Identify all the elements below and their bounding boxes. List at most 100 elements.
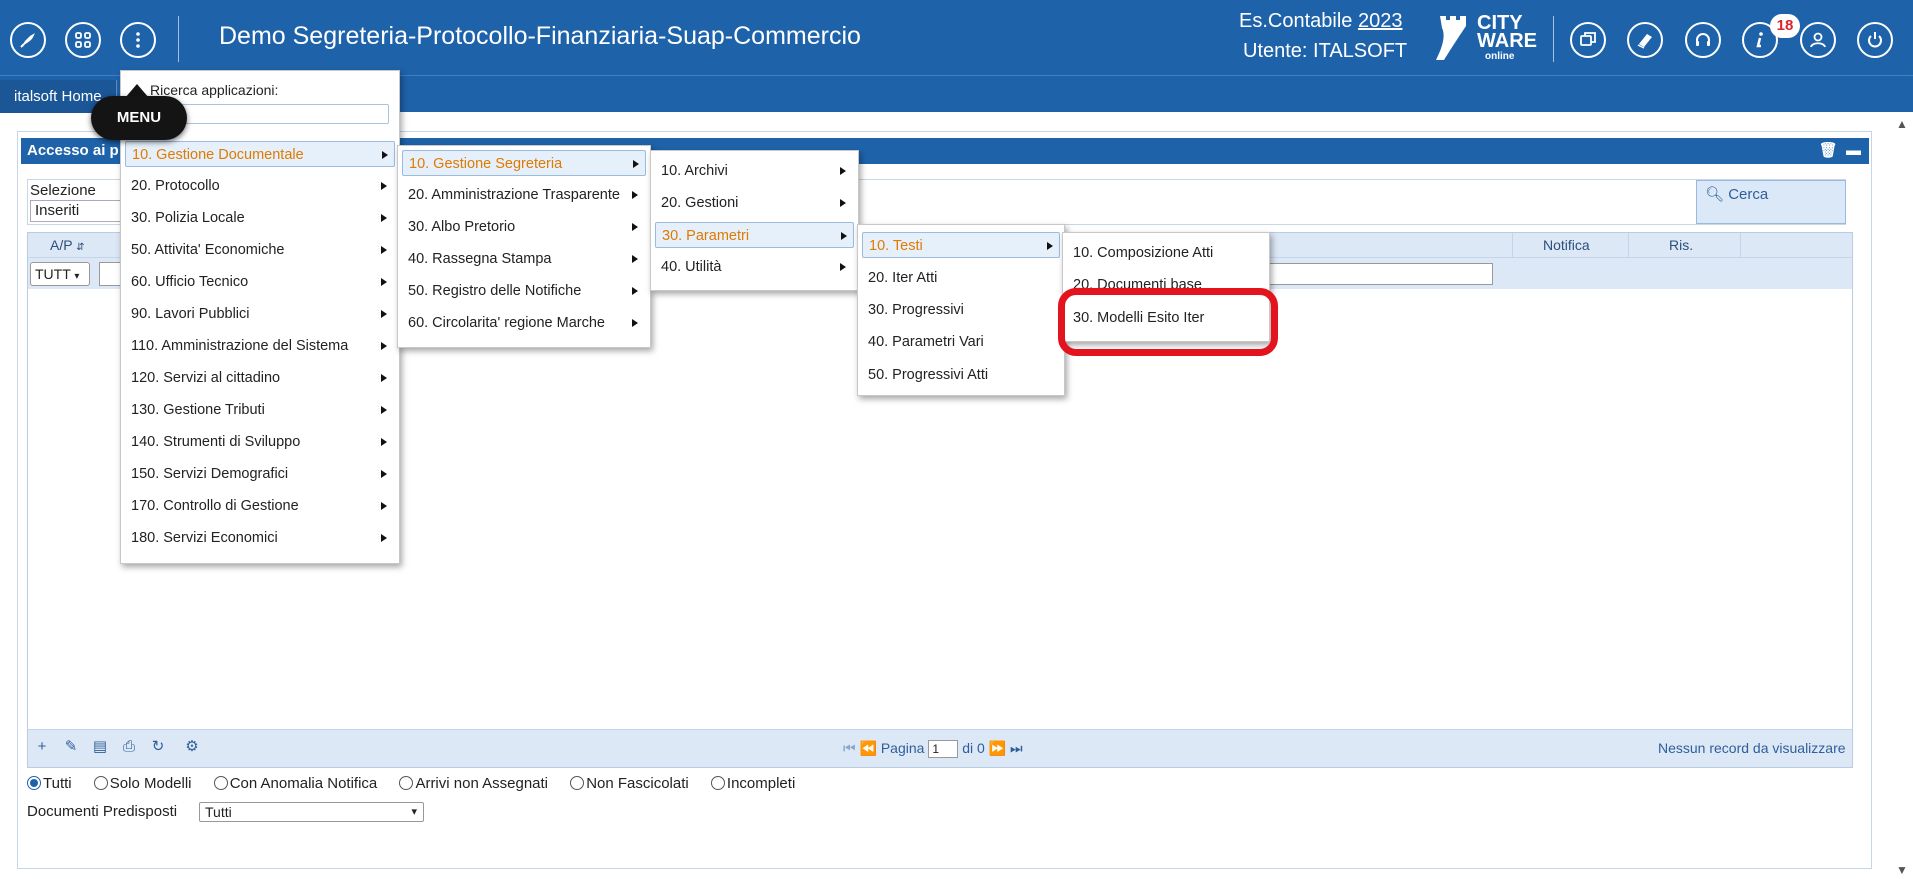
headset-icon[interactable] [1685,22,1721,58]
caret-right-icon [632,223,638,231]
scroll-up-icon[interactable]: ▲ [1896,117,1908,131]
export-icon[interactable]: ▤ [91,738,109,756]
menu-item-label: 60. Ufficio Tecnico [131,274,249,290]
radio-circle[interactable] [93,776,108,790]
menu-item-registro-notifiche[interactable]: 50. Registro delle Notifiche [402,278,646,304]
menu-item-gestione-documentale[interactable]: 10. Gestione Documentale [125,141,395,167]
fiscal-year[interactable]: Es.Contabile 2023 [1239,10,1402,33]
menu-item-progressivi-atti[interactable]: 50. Progressivi Atti [862,362,1060,388]
menu-badge[interactable]: MENU [91,96,187,140]
radio-label: Con Anomalia Notifica [229,775,378,792]
rocket-icon[interactable] [10,22,46,58]
radio-filter-group: Tutti Solo Modelli Con Anomalia Notifica… [27,775,813,792]
col-ris[interactable]: Ris. [1669,237,1693,253]
radio-con-anomalia[interactable]: Con Anomalia Notifica [213,775,378,792]
menu-item-gestione-segreteria[interactable]: 10. Gestione Segreteria [402,150,646,176]
menu-item-servizi-cittadino[interactable]: 120. Servizi al cittadino [125,365,395,391]
user-icon[interactable] [1800,22,1836,58]
cerca-button[interactable]: 🔍︎ Cerca [1696,180,1846,224]
more-vertical-icon[interactable] [120,22,156,58]
apps-grid-icon[interactable] [65,22,101,58]
menu-item-strumenti-sviluppo[interactable]: 140. Strumenti di Sviluppo [125,429,395,455]
print-icon[interactable]: ⎙ [120,738,138,756]
menu-item-attivita-economiche[interactable]: 50. Attivita' Economiche [125,237,395,263]
first-page-icon[interactable]: ⏮ [843,740,856,756]
next-page-icon[interactable]: ⏩ [989,740,1006,756]
radio-incompleti[interactable]: Incompleti [710,775,795,792]
radio-circle[interactable] [27,776,41,790]
cityware-logo: CITY WARE online [1432,12,1540,64]
radio-non-fascicolati[interactable]: Non Fascicolati [570,775,689,792]
caret-right-icon [840,167,846,175]
edit-icon[interactable]: ✎ [62,738,80,756]
menu-item-gestioni[interactable]: 20. Gestioni [655,190,854,216]
radio-circle[interactable] [570,776,585,790]
radio-circle[interactable] [399,776,414,790]
radio-arrivi-non-assegnati[interactable]: Arrivi non Assegnati [399,775,548,792]
menu-item-label: 10. Gestione Segreteria [409,156,563,172]
col-ap[interactable]: A/P ⇵ [50,237,85,253]
no-records-text: Nessun record da visualizzare [1658,740,1846,756]
filter-input-2[interactable] [1260,263,1493,285]
menu-item-progressivi[interactable]: 30. Progressivi [862,297,1060,323]
menu-item-parametri[interactable]: 30. Parametri [655,222,854,248]
caret-right-icon [841,232,847,240]
notification-badge[interactable]: 18 [1770,14,1800,38]
menu-item-controllo-gestione[interactable]: 170. Controllo di Gestione [125,493,395,519]
add-icon[interactable]: + [33,738,51,756]
menu-search-input[interactable] [175,104,389,124]
menu-item-label: 60. Circolarita' regione Marche [408,315,605,331]
refresh-icon[interactable]: ↻ [149,738,167,756]
doc-pred-select[interactable]: Tutti ▾ [199,802,424,822]
trash-icon[interactable]: 🗑 [1819,142,1838,159]
user-line: Utente: ITALSOFT [1243,40,1408,62]
menu-item-albo-pretorio[interactable]: 30. Albo Pretorio [402,214,646,240]
menu-item-lavori-pubblici[interactable]: 90. Lavori Pubblici [125,301,395,327]
menu-level-3: 10. Archivi 20. Gestioni 30. Parametri 4… [650,150,859,291]
last-page-icon[interactable]: ⏭ [1010,740,1023,756]
menu-item-label: 30. Progressivi [868,302,964,318]
fiscal-year-value[interactable]: 2023 [1358,10,1403,32]
menu-item-testi[interactable]: 10. Testi [862,232,1060,258]
caret-right-icon [632,319,638,327]
book-icon[interactable] [1627,22,1663,58]
minimize-icon[interactable]: ▬ [1846,142,1861,159]
menu-item-rassegna-stampa[interactable]: 40. Rassegna Stampa [402,246,646,272]
gear-icon[interactable]: ⚙ [183,738,201,756]
menu-item-polizia-locale[interactable]: 30. Polizia Locale [125,205,395,231]
scroll-down-icon[interactable]: ▼ [1896,863,1908,877]
menu-item-archivi[interactable]: 10. Archivi [655,158,854,184]
menu-item-label: 30. Polizia Locale [131,210,245,226]
menu-item-utilita[interactable]: 40. Utilità [655,254,854,280]
menu-item-amministrazione-trasparente[interactable]: 20. Amministrazione Trasparente [402,182,646,208]
sort-icon[interactable]: ⇵ [76,242,84,253]
menu-item-label: 10. Composizione Atti [1073,245,1214,261]
menu-item-ufficio-tecnico[interactable]: 60. Ufficio Tecnico [125,269,395,295]
caret-right-icon [632,255,638,263]
radio-tutti[interactable]: Tutti [27,775,72,792]
caret-right-icon [381,534,387,542]
power-icon[interactable] [1857,22,1893,58]
radio-circle[interactable] [710,776,725,790]
ap-filter-select[interactable]: TUTT ▾ [30,262,90,286]
col-notifica[interactable]: Notifica [1543,237,1590,253]
radio-circle[interactable] [213,776,228,790]
page-label: Pagina [880,740,925,756]
menu-item-circolarita-marche[interactable]: 60. Circolarita' regione Marche [402,310,646,336]
page-input[interactable]: 1 [928,740,959,759]
menu-item-label: 50. Progressivi Atti [868,367,989,383]
menu-item-iter-atti[interactable]: 20. Iter Atti [862,265,1060,291]
panel-title: Accesso ai p [27,142,119,159]
menu-item-composizione-atti[interactable]: 10. Composizione Atti [1067,240,1265,266]
menu-item-protocollo[interactable]: 20. Protocollo [125,173,395,199]
caret-right-icon [381,502,387,510]
menu-item-servizi-demografici[interactable]: 150. Servizi Demografici [125,461,395,487]
radio-solo-modelli[interactable]: Solo Modelli [93,775,192,792]
menu-item-servizi-economici[interactable]: 180. Servizi Economici [125,525,395,551]
prev-page-icon[interactable]: ⏪ [860,740,877,756]
menu-item-gestione-tributi[interactable]: 130. Gestione Tributi [125,397,395,423]
windows-icon[interactable] [1570,22,1606,58]
selezione-select[interactable]: Inseriti [30,200,128,222]
menu-item-parametri-vari[interactable]: 40. Parametri Vari [862,329,1060,355]
menu-item-amministrazione-sistema[interactable]: 110. Amministrazione del Sistema [125,333,395,359]
